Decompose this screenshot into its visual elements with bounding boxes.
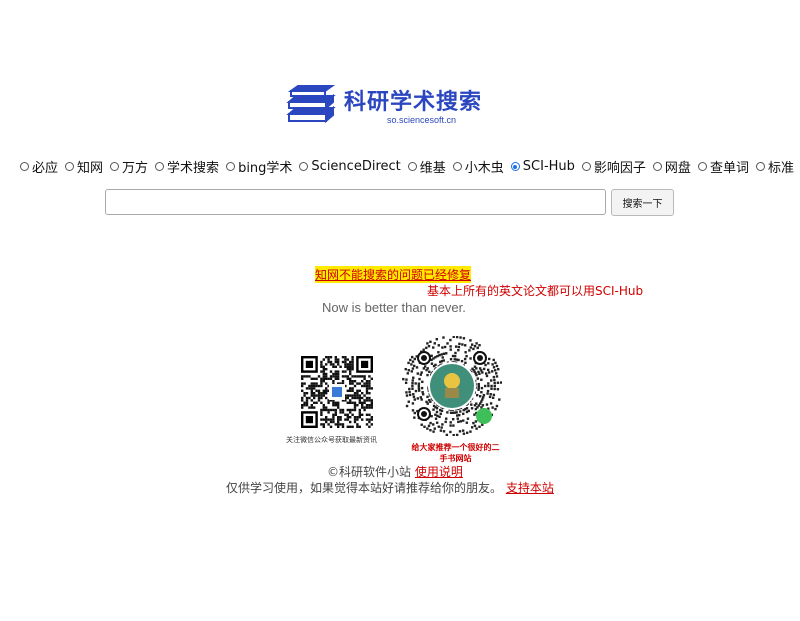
site-logo[interactable]: 科研学术搜索 so.sciencesoft.cn (286, 84, 506, 128)
radio-button[interactable] (110, 162, 120, 171)
engine-label: ScienceDirect (311, 159, 401, 174)
usage-link[interactable]: 使用说明 (415, 465, 463, 479)
engine-option[interactable]: 万方 (110, 157, 148, 176)
engine-option[interactable]: 查单词 (697, 157, 749, 176)
wechat-qr-caption: 关注微信公众号获取最新资讯 (286, 436, 377, 444)
engine-option[interactable]: ScienceDirect (299, 159, 401, 174)
engine-option[interactable]: bing学术 (226, 157, 292, 176)
radio-button[interactable] (510, 162, 520, 171)
radio-button[interactable] (452, 162, 462, 171)
support-link[interactable]: 支持本站 (506, 481, 554, 495)
logo-title: 科研学术搜索 (344, 89, 483, 115)
engine-selector: 必应 知网 万方 学术搜索 bing学术 ScienceDirect 维基 小木虫 SCI-Hu… (20, 157, 794, 177)
copyright-text: ©科研软件小站 (327, 465, 412, 479)
engine-option[interactable]: 影响因子 (581, 157, 646, 176)
logo-domain: so.sciencesoft.cn (387, 115, 457, 125)
radio-button[interactable] (299, 162, 309, 171)
radio-button[interactable] (581, 162, 591, 171)
books-icon (286, 85, 336, 124)
radio-button[interactable] (65, 162, 75, 171)
engine-option[interactable]: 必应 (20, 157, 58, 176)
miniprogram-qr-code (402, 336, 502, 436)
engine-option[interactable]: SCI-Hub (510, 159, 575, 174)
engine-label: 万方 (122, 161, 149, 176)
notice-scihub: 基本上所有的英文论文都可以用SCI-Hub (427, 284, 644, 298)
engine-label: 查单词 (709, 161, 749, 176)
notice-fixed[interactable]: 知网不能搜索的问题已经修复 (315, 266, 472, 283)
engine-label: SCI-Hub (522, 159, 575, 174)
engine-label: 标准 (767, 161, 794, 176)
search-button[interactable]: 搜索一下 (611, 189, 674, 216)
engine-label: 维基 (419, 161, 446, 176)
engine-option[interactable]: 知网 (65, 157, 103, 176)
engine-label: 影响因子 (593, 161, 646, 176)
note-text: 仅供学习使用，如果觉得本站好请推荐给你的朋友。 (226, 481, 503, 495)
engine-option[interactable]: 标准 (755, 157, 794, 176)
engine-label: 小木虫 (464, 161, 504, 176)
engine-option[interactable]: 维基 (407, 157, 446, 176)
radio-button[interactable] (755, 162, 765, 171)
radio-button[interactable] (407, 162, 417, 171)
radio-button[interactable] (226, 162, 236, 171)
radio-button[interactable] (20, 162, 29, 171)
motto-text: Now is better than never. (322, 300, 466, 315)
footer-note: 仅供学习使用，如果觉得本站好请推荐给你的朋友。 支持本站 (226, 479, 554, 496)
radio-button[interactable] (697, 162, 707, 171)
engine-option[interactable]: 学术搜索 (155, 157, 219, 176)
engine-label: 网盘 (664, 161, 691, 176)
engine-label: 学术搜索 (167, 161, 220, 176)
radio-button[interactable] (155, 162, 165, 171)
footer-copyright: ©科研软件小站 使用说明 (327, 463, 463, 480)
engine-label: 必应 (32, 161, 59, 176)
radio-button[interactable] (652, 162, 662, 171)
search-input[interactable] (105, 189, 606, 215)
engine-option[interactable]: 网盘 (652, 157, 691, 176)
recommend-caption: 给大家推荐一个很好的二手书网站 (411, 443, 500, 463)
wechat-qr-code (301, 356, 373, 428)
engine-option[interactable]: 小木虫 (452, 157, 504, 176)
engine-label: bing学术 (238, 161, 293, 176)
engine-label: 知网 (77, 161, 104, 176)
